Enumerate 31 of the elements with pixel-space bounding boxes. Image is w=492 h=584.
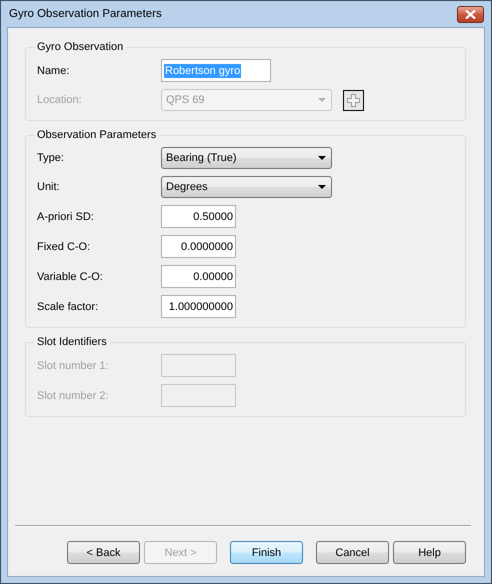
field-label: Slot number 1: (37, 360, 110, 372)
window-title: Gyro Observation Parameters (9, 8, 162, 20)
field-label: Fixed C-O: (37, 240, 92, 252)
field-label: Unit: (37, 181, 61, 193)
dialog-button[interactable]: < Back (67, 541, 140, 564)
group-title: Slot Identifiers (36, 336, 108, 348)
close-button[interactable] (457, 6, 484, 22)
number-field[interactable]: 1.000000000 (161, 295, 236, 318)
field-label: Name: (37, 64, 70, 76)
plus-icon (347, 94, 360, 106)
dropdown-arrow-icon (318, 185, 326, 189)
field-label: Slot number 2: (37, 390, 110, 402)
dropdown[interactable]: Degrees (161, 176, 332, 198)
field-label: A-priori SD: (37, 210, 95, 222)
number-field[interactable]: 0.50000 (161, 205, 236, 228)
dropdown-arrow-icon (318, 98, 326, 102)
dialog-button[interactable]: Cancel (316, 541, 389, 564)
dialog-button[interactable]: Finish (230, 541, 303, 564)
field-label: Variable C-O: (37, 270, 104, 282)
close-icon (465, 10, 476, 18)
pick-location-button[interactable] (343, 90, 364, 110)
dropdown-arrow-icon (318, 156, 326, 160)
dropdown[interactable]: Bearing (True) (161, 147, 332, 169)
group-title: Gyro Observation (36, 41, 124, 53)
field-label: Scale factor: (37, 300, 100, 312)
group-title: Observation Parameters (36, 129, 158, 141)
number-field[interactable]: 0.0000000 (161, 235, 236, 258)
field-label: Location: (37, 94, 83, 106)
dialog-button[interactable]: Help (393, 541, 466, 564)
number-field[interactable]: 0.00000 (161, 265, 236, 288)
field-label: Type: (37, 152, 65, 164)
